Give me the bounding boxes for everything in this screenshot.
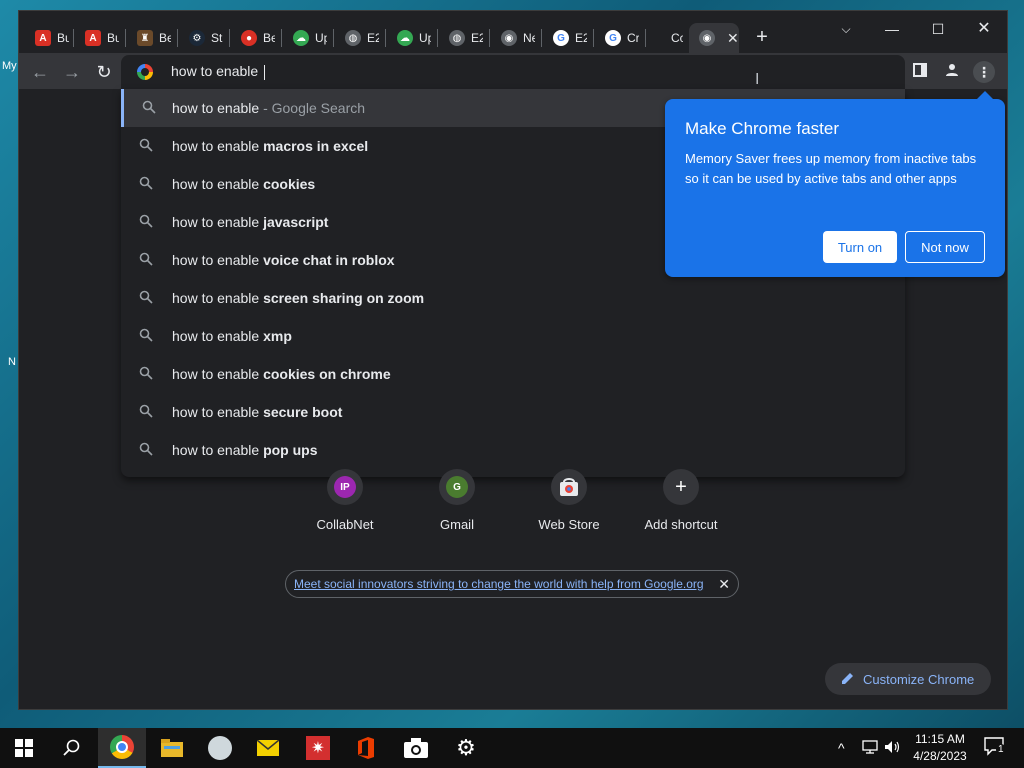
tab[interactable]: Cc (639, 23, 683, 53)
not-now-button[interactable]: Not now (905, 231, 985, 263)
search-icon[interactable] (48, 728, 96, 768)
back-arrow-icon[interactable]: ← (27, 59, 53, 85)
new-tab-button[interactable]: + (749, 25, 775, 51)
suggestion-item[interactable]: how to enable pop ups (121, 431, 905, 469)
desktop-icon-label: N (8, 356, 16, 368)
acrobat-icon: A (85, 30, 101, 46)
shortcut-collabnet[interactable]: IP CollabNet (295, 469, 395, 532)
chrome-window: ABu ABu ♜Be ⚙St ●Be ☁Up ◍E2 ☁Up ◍E2 ◉Ne … (18, 10, 1008, 710)
steam-icon: ⚙ (189, 30, 205, 46)
google-icon: G (553, 30, 569, 46)
tab[interactable]: ♜Be (127, 23, 171, 53)
chevron-up-icon[interactable]: ^ (838, 740, 845, 756)
kebab-menu-icon[interactable]: ⋮ (973, 61, 995, 83)
side-panel-icon[interactable] (909, 61, 931, 83)
acrobat-icon: A (35, 30, 51, 46)
google-g-icon (137, 64, 153, 80)
search-icon (139, 366, 153, 380)
promo-link[interactable]: Meet social innovators striving to chang… (294, 577, 704, 591)
suggestion-item[interactable]: how to enable screen sharing on zoom (121, 279, 905, 317)
gmail-icon: G (446, 476, 468, 498)
collabnet-icon: IP (334, 476, 356, 498)
tab[interactable]: GE2 (543, 23, 587, 53)
tab-search-chevron-icon[interactable]: ⌵ (823, 15, 869, 43)
tab[interactable]: ◍E2 (335, 23, 379, 53)
pencil-icon (842, 673, 853, 684)
close-icon[interactable]: ✕ (718, 576, 730, 593)
toolbar: ← → ↻ how to enable I ⋮ (19, 53, 1007, 89)
promo-banner: Meet social innovators striving to chang… (285, 570, 739, 598)
windows-start-icon[interactable] (0, 728, 48, 768)
volume-icon[interactable] (884, 740, 902, 757)
suggestion-item[interactable]: how to enable secure boot (121, 393, 905, 431)
system-clock[interactable]: 11:15 AM 4/28/2023 (908, 731, 972, 765)
camera-icon[interactable] (392, 728, 440, 768)
suggestion-item[interactable]: how to enable cookies on chrome (121, 355, 905, 393)
office-icon[interactable] (342, 728, 390, 768)
search-icon (139, 404, 153, 418)
chrome-icon: ◉ (699, 30, 715, 46)
memory-saver-bubble: Make Chrome faster Memory Saver frees up… (665, 91, 1005, 277)
tab[interactable]: ABu (75, 23, 119, 53)
search-icon (139, 442, 153, 456)
gamepad-icon: ● (241, 30, 257, 46)
cloud-icon: ☁ (397, 30, 413, 46)
game-icon: ♜ (137, 30, 153, 46)
search-icon (139, 290, 153, 304)
customize-chrome-button[interactable]: Customize Chrome (825, 663, 991, 695)
address-input[interactable]: how to enable (171, 63, 671, 80)
tab[interactable]: G Cr (595, 23, 639, 53)
notification-icon[interactable]: 1 (984, 736, 1006, 759)
profile-icon[interactable] (941, 61, 963, 83)
close-window-button[interactable]: ✕ (961, 15, 1007, 43)
search-icon (142, 100, 156, 114)
tab[interactable]: ABu (25, 23, 69, 53)
shortcut-gmail[interactable]: G Gmail (407, 469, 507, 532)
suggestion-item[interactable]: how to enable xmp (121, 317, 905, 355)
turn-on-button[interactable]: Turn on (823, 231, 897, 263)
cloud-icon: ☁ (293, 30, 309, 46)
shortcut-add[interactable]: + Add shortcut (631, 469, 731, 532)
search-icon (139, 328, 153, 342)
tab-active-new-tab[interactable]: ◉ ✕ (689, 23, 739, 53)
taskbar: ✷ ⚙ ^ 11:15 AM 4/28/2023 1 (0, 728, 1024, 768)
globe-icon: ◍ (449, 30, 465, 46)
chrome-icon: ◉ (501, 30, 517, 46)
steam-taskbar-icon[interactable] (196, 728, 244, 768)
app-gear-red-icon[interactable]: ✷ (294, 728, 342, 768)
add-icon: + (675, 475, 687, 498)
chrome-taskbar-icon[interactable] (98, 728, 146, 768)
search-icon (139, 138, 153, 152)
tab[interactable]: ⚙ St (179, 23, 223, 53)
maximize-button[interactable]: ☐ (915, 15, 961, 43)
bubble-body: Memory Saver frees up memory from inacti… (685, 151, 977, 186)
microsoft-icon (649, 30, 665, 46)
tab[interactable]: ☁Up (283, 23, 327, 53)
omnibox[interactable]: how to enable I (121, 55, 905, 89)
close-tab-icon[interactable]: ✕ (727, 30, 739, 47)
tab[interactable]: ☁Up (387, 23, 431, 53)
search-icon (139, 214, 153, 228)
mail-icon[interactable] (244, 728, 292, 768)
text-cursor-icon: I (755, 71, 760, 88)
forward-arrow-icon[interactable]: → (59, 59, 85, 85)
minimize-button[interactable]: — (869, 15, 915, 43)
shortcut-web-store[interactable]: Web Store (519, 469, 619, 532)
tab[interactable]: ●Be (231, 23, 275, 53)
globe-icon: ◍ (345, 30, 361, 46)
google-icon: G (605, 30, 621, 46)
tab[interactable]: ◉Ne (491, 23, 535, 53)
reload-icon[interactable]: ↻ (91, 59, 117, 85)
search-icon (139, 252, 153, 266)
settings-gear-icon[interactable]: ⚙ (442, 728, 490, 768)
desktop-icon-label: My (2, 60, 17, 72)
web-store-icon (560, 478, 578, 496)
tab[interactable]: ◍E2 (439, 23, 483, 53)
tab-strip: ABu ABu ♜Be ⚙St ●Be ☁Up ◍E2 ☁Up ◍E2 ◉Ne … (19, 11, 1007, 53)
network-icon[interactable] (862, 740, 878, 757)
file-explorer-icon[interactable] (148, 728, 196, 768)
search-icon (139, 176, 153, 190)
bubble-title: Make Chrome faster (685, 119, 839, 138)
